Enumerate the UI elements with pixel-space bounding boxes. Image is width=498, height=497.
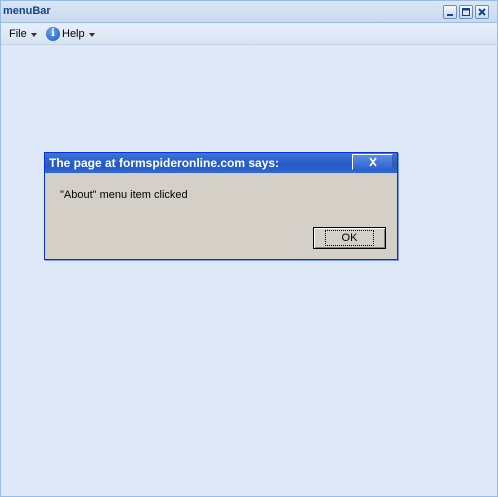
window-titlebar: menuBar <box>1 1 497 23</box>
info-icon: i <box>46 27 60 41</box>
dialog-titlebar: The page at formspideronline.com says: <box>45 153 397 173</box>
window-title: menuBar <box>3 5 51 17</box>
dialog-body: "About" menu item clicked OK <box>45 173 397 259</box>
menu-help[interactable]: i Help <box>46 26 95 42</box>
maximize-button[interactable] <box>459 5 473 19</box>
dialog-close-button[interactable] <box>352 154 393 170</box>
alert-dialog: The page at formspideronline.com says: "… <box>44 152 398 260</box>
minimize-button[interactable] <box>443 5 457 19</box>
close-icon <box>478 8 486 16</box>
ok-button[interactable]: OK <box>313 227 386 249</box>
dropdown-arrow-icon <box>30 32 37 37</box>
menu-bar: File i Help <box>1 23 497 45</box>
close-icon <box>368 157 377 167</box>
dialog-message: "About" menu item clicked <box>60 189 188 201</box>
dropdown-arrow-icon <box>88 32 95 37</box>
menu-file[interactable]: File <box>9 26 37 42</box>
close-button[interactable] <box>475 5 489 19</box>
ok-button-label: OK <box>324 230 375 246</box>
menu-file-label: File <box>9 28 27 40</box>
content-area <box>1 45 497 496</box>
menu-help-label: Help <box>62 28 85 40</box>
minimize-icon <box>447 14 453 16</box>
dialog-title: The page at formspideronline.com says: <box>49 156 280 170</box>
maximize-icon <box>462 8 470 16</box>
